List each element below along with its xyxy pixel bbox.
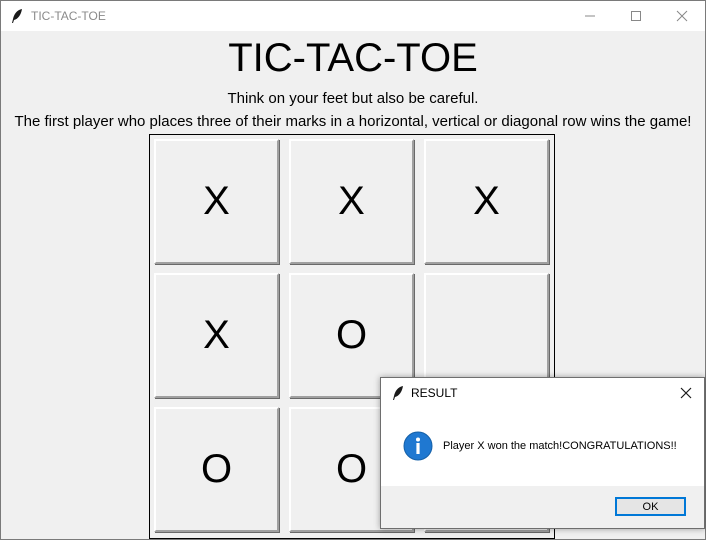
cell-r1-c2[interactable]: X xyxy=(289,139,414,264)
result-dialog: RESULT Player X won the match!CONGRATULA… xyxy=(380,377,705,529)
feather-icon xyxy=(391,385,405,401)
cell-r2-c1[interactable]: X xyxy=(154,273,279,398)
dialog-close-icon[interactable] xyxy=(679,386,693,400)
title-bar[interactable]: TIC-TAC-TOE xyxy=(1,1,705,31)
dialog-title-bar[interactable]: RESULT xyxy=(381,378,704,408)
game-subtitle: Think on your feet but also be careful. xyxy=(227,90,479,107)
ok-button[interactable]: OK xyxy=(615,497,686,516)
dialog-body: Player X won the match!CONGRATULATIONS!! xyxy=(381,408,704,486)
close-button[interactable] xyxy=(659,1,705,31)
window-title: TIC-TAC-TOE xyxy=(31,9,106,23)
feather-icon xyxy=(10,8,24,24)
minimize-button[interactable] xyxy=(567,1,613,31)
game-title: TIC-TAC-TOE xyxy=(228,36,478,80)
info-icon xyxy=(403,431,433,461)
game-rules: The first player who places three of the… xyxy=(14,113,692,130)
dialog-message: Player X won the match!CONGRATULATIONS!! xyxy=(443,440,677,452)
cell-r1-c1[interactable]: X xyxy=(154,139,279,264)
cell-r1-c3[interactable]: X xyxy=(424,139,549,264)
dialog-title: RESULT xyxy=(411,386,458,400)
cell-r3-c1[interactable]: O xyxy=(154,407,279,532)
maximize-button[interactable] xyxy=(613,1,659,31)
